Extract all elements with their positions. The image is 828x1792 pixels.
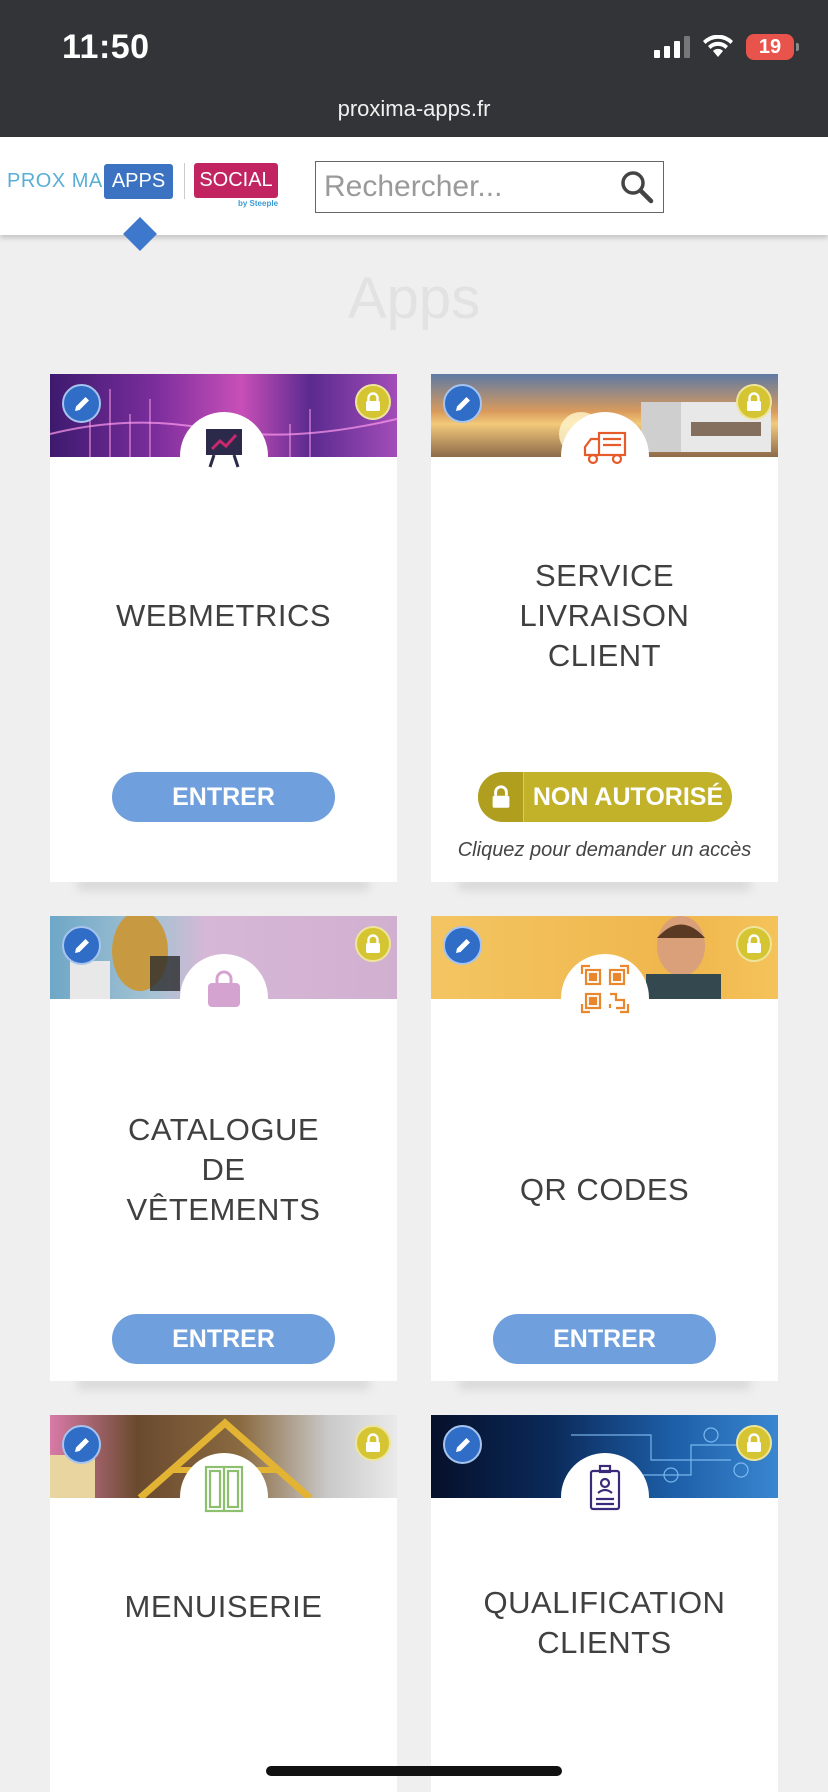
shopping-bag-icon — [180, 954, 268, 1042]
wifi-icon — [702, 35, 734, 59]
door-icon — [180, 1453, 268, 1541]
edit-pencil-icon[interactable] — [62, 384, 101, 423]
enter-button[interactable]: ENTRER — [112, 772, 335, 822]
cellular-signal-icon — [654, 36, 690, 58]
qr-code-icon — [561, 954, 649, 1042]
enter-button[interactable]: ENTRER — [112, 1314, 335, 1364]
edit-pencil-icon[interactable] — [62, 926, 101, 965]
app-card-qr-codes: QR CODES ENTRER — [431, 916, 778, 1381]
app-card-webmetrics: WEBMETRICS ENTRER — [50, 374, 397, 882]
enter-button[interactable]: ENTRER — [493, 1314, 716, 1364]
lock-icon[interactable] — [736, 1425, 772, 1461]
tab-apps[interactable]: APPS — [104, 164, 173, 199]
app-title: CATALOGUE DE VÊTEMENTS — [126, 1112, 321, 1227]
battery-icon: 19 — [746, 34, 799, 60]
app-title: SERVICE LIVRAISON CLIENT — [519, 558, 690, 673]
edit-pencil-icon[interactable] — [443, 926, 482, 965]
id-badge-icon — [561, 1453, 649, 1541]
tab-social[interactable]: SOCIAL — [194, 163, 278, 198]
not-authorized-label: NON AUTORISÉ — [532, 782, 724, 811]
edit-pencil-icon[interactable] — [443, 1425, 482, 1464]
active-tab-indicator — [123, 217, 157, 251]
proxima-logo[interactable]: PROX MA — [7, 170, 103, 193]
app-title: QUALIFICATION CLIENTS — [483, 1585, 726, 1660]
not-authorized-button[interactable]: NON AUTORISÉ — [478, 772, 732, 822]
lock-icon[interactable] — [736, 384, 772, 420]
search-input[interactable] — [324, 168, 604, 206]
app-card-qualification-clients: QUALIFICATION CLIENTS — [431, 1415, 778, 1792]
edit-pencil-icon[interactable] — [443, 384, 482, 423]
lock-icon[interactable] — [355, 384, 391, 420]
lock-icon[interactable] — [355, 1425, 391, 1461]
app-title: MENUISERIE — [124, 1589, 323, 1624]
lock-icon[interactable] — [355, 926, 391, 962]
page-title: Apps — [347, 266, 481, 331]
status-time: 11:50 — [62, 28, 150, 66]
home-indicator[interactable] — [266, 1766, 562, 1776]
app-card-menuiserie: MENUISERIE — [50, 1415, 397, 1792]
status-icons: 19 — [654, 34, 799, 60]
app-header: PROX MA APPS SOCIAL by Steeple — [0, 137, 828, 251]
search-icon[interactable] — [619, 169, 655, 210]
header-divider — [184, 163, 185, 199]
search-box — [315, 161, 664, 213]
request-access-link[interactable]: Cliquez pour demander un accès — [431, 839, 778, 862]
status-bar: 11:50 19 proxima-apps.fr — [0, 0, 828, 137]
lock-icon[interactable] — [736, 926, 772, 962]
edit-pencil-icon[interactable] — [62, 1425, 101, 1464]
address-bar-url[interactable]: proxima-apps.fr — [0, 96, 828, 122]
presentation-chart-icon — [180, 412, 268, 500]
app-title: QR CODES — [519, 1172, 690, 1207]
steeple-credit: by Steeple — [238, 199, 279, 208]
delivery-truck-icon — [561, 412, 649, 500]
lock-icon — [478, 772, 524, 822]
app-card-catalogue-vetements: CATALOGUE DE VÊTEMENTS ENTRER — [50, 916, 397, 1381]
app-card-service-livraison-client: SERVICE LIVRAISON CLIENT NON AUTORISÉ Cl… — [431, 374, 778, 882]
app-title: WEBMETRICS — [115, 598, 332, 633]
